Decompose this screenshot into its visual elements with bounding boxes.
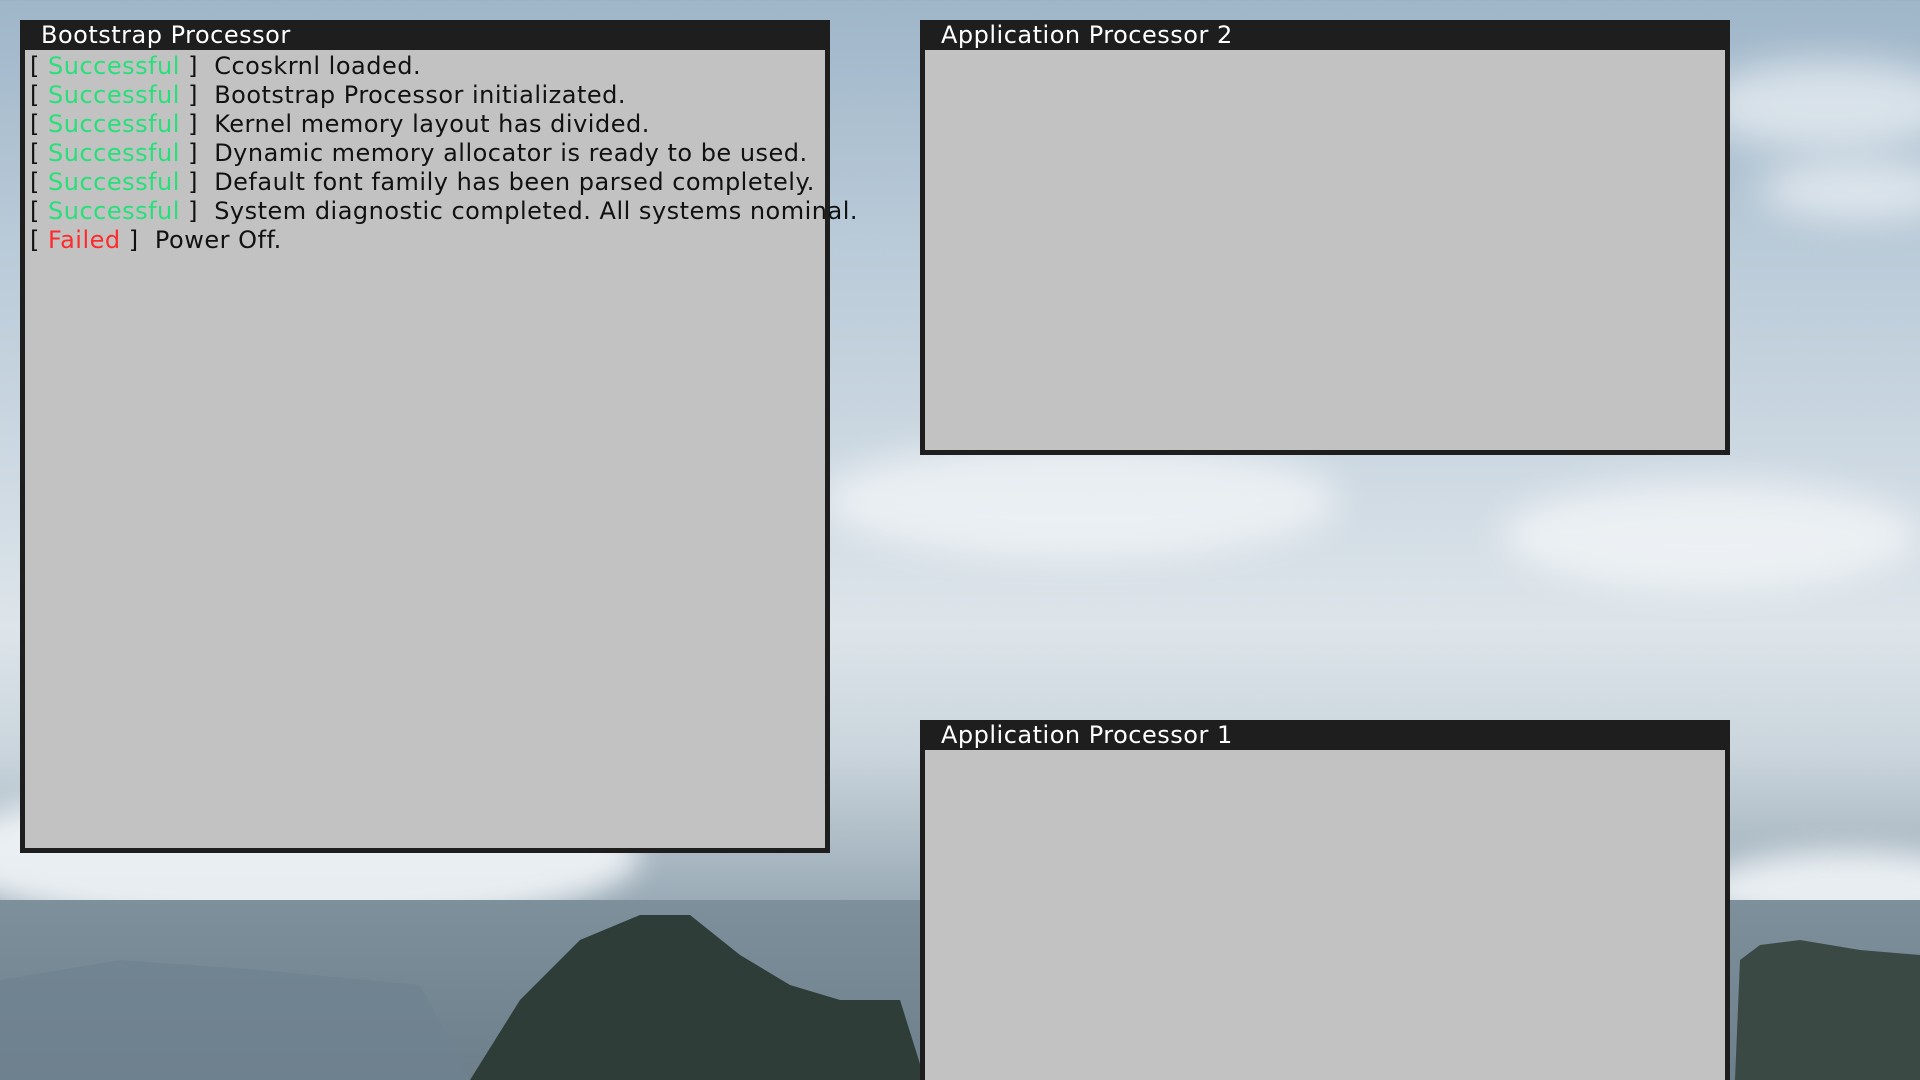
log-message: System diagnostic completed. All systems… (214, 197, 858, 225)
open-bracket: [ (30, 110, 48, 138)
close-bracket: ] (179, 168, 215, 196)
status-successful: Successful (48, 81, 180, 109)
bootstrap-processor-window[interactable]: Bootstrap Processor [ Successful ] Ccosk… (20, 20, 858, 853)
log-message: Power Off. (154, 226, 282, 254)
log-line: [ Successful ] Kernel memory layout has … (30, 110, 825, 139)
status-successful: Successful (48, 52, 180, 80)
close-bracket: ] (179, 52, 215, 80)
open-bracket: [ (30, 197, 48, 225)
log-line: [ Failed ] Power Off. (30, 226, 825, 255)
open-bracket: [ (30, 81, 48, 109)
close-bracket: ] (179, 197, 215, 225)
close-bracket: ] (179, 110, 215, 138)
log-message: Kernel memory layout has divided. (214, 110, 650, 138)
status-successful: Successful (48, 110, 180, 138)
status-successful: Successful (48, 197, 180, 225)
open-bracket: [ (30, 226, 48, 254)
log-message: Ccoskrnl loaded. (214, 52, 422, 80)
status-successful: Successful (48, 139, 180, 167)
log-message: Bootstrap Processor initializated. (214, 81, 627, 109)
open-bracket: [ (30, 139, 48, 167)
status-failed: Failed (48, 226, 121, 254)
log-line: [ Successful ] Ccoskrnl loaded. (30, 52, 825, 81)
close-bracket: ] (179, 139, 215, 167)
log-line: [ Successful ] System diagnostic complet… (30, 197, 858, 226)
open-bracket: [ (30, 168, 48, 196)
application-processor-1-window[interactable]: Application Processor 1 (920, 720, 1730, 1080)
close-bracket: ] (120, 226, 155, 254)
status-successful: Successful (48, 168, 180, 196)
log-line: [ Successful ] Bootstrap Processor initi… (30, 81, 825, 110)
application-processor-2-window[interactable]: Application Processor 2 (920, 20, 1730, 455)
log-line: [ Successful ] Default font family has b… (30, 168, 825, 197)
window-title: Application Processor 1 (925, 720, 1725, 750)
log-message: Dynamic memory allocator is ready to be … (214, 139, 808, 167)
window-title: Application Processor 2 (925, 20, 1725, 50)
log-message: Default font family has been parsed comp… (214, 168, 815, 196)
boot-log: [ Successful ] Ccoskrnl loaded.[ Success… (25, 50, 858, 255)
log-line: [ Successful ] Dynamic memory allocator … (30, 139, 825, 168)
window-title: Bootstrap Processor (25, 20, 825, 50)
open-bracket: [ (30, 52, 48, 80)
close-bracket: ] (179, 81, 215, 109)
